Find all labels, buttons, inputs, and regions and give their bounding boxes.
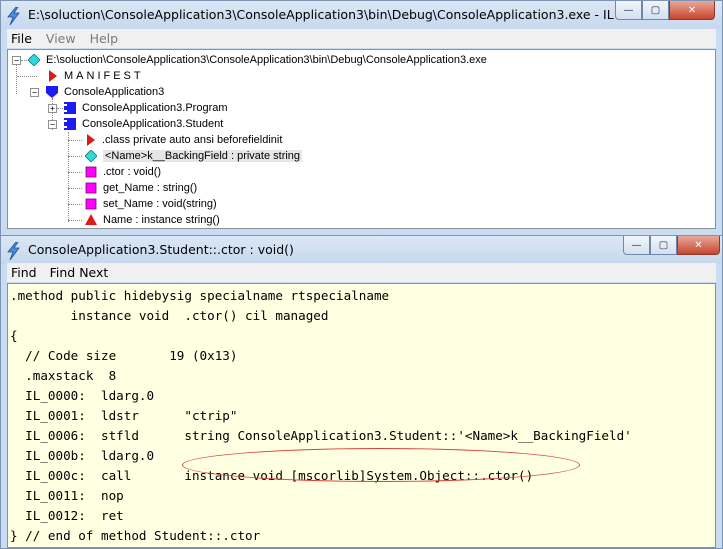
tree-member-ctor[interactable]: .ctor : void(): [85, 164, 161, 180]
tree-connector: [68, 204, 82, 205]
tree-expander-root[interactable]: −: [12, 56, 21, 65]
tree-member-label: set_Name : void(string): [103, 198, 217, 210]
minimize-button[interactable]: —: [615, 1, 642, 20]
tree-node-manifest[interactable]: MANIFEST: [48, 68, 144, 84]
method-icon: [85, 198, 97, 210]
main-title-bar[interactable]: E:\soluction\ConsoleApplication3\Console…: [1, 1, 722, 29]
code-line: IL_000b: ldarg.0: [10, 448, 155, 463]
tree-node-student-class[interactable]: ConsoleApplication3.Student: [64, 116, 223, 132]
tree-member-class-info[interactable]: .class private auto ansi beforefieldinit: [86, 132, 282, 148]
maximize-icon: ▢: [650, 4, 661, 16]
tree-connector: [16, 64, 17, 94]
close-icon: ✕: [687, 4, 697, 16]
tree-student-class-label: ConsoleApplication3.Student: [82, 118, 224, 130]
code-line: IL_0006: stfld string ConsoleApplication…: [10, 428, 632, 443]
tree-expander-program[interactable]: +: [48, 104, 57, 113]
method-icon: [85, 182, 97, 194]
main-menu-bar: File View Help: [7, 29, 716, 48]
code-line: IL_0000: ldarg.0: [10, 388, 155, 403]
menu-find[interactable]: Find: [11, 265, 37, 280]
maximize-icon: ▢: [658, 239, 669, 251]
code-line: .maxstack 8: [10, 368, 117, 383]
menu-find-next[interactable]: Find Next: [50, 265, 109, 280]
tree-connector: [68, 156, 82, 157]
manifest-arrow-icon: [49, 70, 57, 82]
tree-node-program-class[interactable]: ConsoleApplication3.Program: [64, 100, 228, 116]
maximize-button[interactable]: ▢: [650, 236, 677, 255]
tree-connector: [17, 76, 37, 77]
minimize-button[interactable]: —: [623, 236, 650, 255]
menu-view[interactable]: View: [46, 31, 76, 46]
tree-connector: [68, 188, 82, 189]
tree-member-label: get_Name : string(): [103, 182, 198, 194]
tree-connector: [68, 220, 82, 221]
close-icon: ✕: [694, 239, 703, 251]
tree-expander-student[interactable]: −: [48, 120, 57, 129]
code-window-title: ConsoleApplication3.Student::.ctor : voi…: [28, 242, 294, 257]
main-window-title: E:\soluction\ConsoleApplication3\Console…: [28, 7, 648, 22]
ildasm-lightning-icon: [7, 7, 20, 25]
minimize-icon: —: [631, 239, 642, 251]
class-icon: [64, 102, 76, 114]
close-button[interactable]: ✕: [669, 1, 715, 20]
tree-namespace-label: ConsoleApplication3: [64, 86, 165, 98]
code-menu-bar: Find Find Next: [7, 263, 716, 282]
tree-node-namespace[interactable]: ConsoleApplication3: [46, 84, 164, 100]
code-line: } // end of method Student::.ctor: [10, 528, 261, 543]
tree-member-set-name[interactable]: set_Name : void(string): [85, 196, 217, 212]
tree-connector: [68, 172, 82, 173]
class-icon: [64, 118, 76, 130]
tree-member-name-property[interactable]: Name : instance string(): [85, 212, 220, 228]
code-line: {: [10, 328, 18, 343]
close-button[interactable]: ✕: [677, 236, 720, 255]
tree-connector: [68, 140, 82, 141]
tree-connector: [68, 132, 69, 222]
code-line: IL_0001: ldstr "ctrip": [10, 408, 238, 423]
code-line: // Code size 19 (0x13): [10, 348, 238, 363]
tree-program-class-label: ConsoleApplication3.Program: [82, 102, 228, 114]
minimize-icon: —: [623, 4, 634, 16]
tree-member-label: Name : instance string(): [103, 214, 220, 226]
menu-help[interactable]: Help: [90, 31, 119, 46]
il-code-view[interactable]: .method public hidebysig specialname rts…: [7, 283, 716, 548]
class-info-icon: [87, 134, 95, 146]
menu-file[interactable]: File: [11, 31, 32, 46]
property-icon: [85, 214, 97, 225]
tree-member-label: .ctor : void(): [103, 166, 162, 178]
code-title-bar[interactable]: ConsoleApplication3.Student::.ctor : voi…: [1, 236, 722, 264]
method-icon: [85, 166, 97, 178]
assembly-tree-view[interactable]: − E:\soluction\ConsoleApplication3\Conso…: [7, 49, 716, 229]
ildasm-lightning-icon: [7, 242, 20, 260]
assembly-diamond-icon: [28, 54, 40, 66]
namespace-shield-icon: [46, 86, 58, 98]
code-window-controls: — ▢ ✕: [623, 236, 720, 255]
code-line: IL_0011: nop: [10, 488, 124, 503]
tree-expander-namespace[interactable]: −: [30, 88, 39, 97]
field-icon: [85, 150, 97, 162]
main-window-controls: — ▢ ✕: [615, 1, 715, 20]
code-line: .method public hidebysig specialname rts…: [10, 288, 390, 303]
tree-root-label: E:\soluction\ConsoleApplication3\Console…: [46, 54, 487, 66]
tree-manifest-label: MANIFEST: [64, 70, 144, 82]
tree-member-backing-field[interactable]: <Name>k__BackingField : private string: [85, 148, 303, 164]
highlight-ellipse-annotation: [182, 448, 580, 482]
maximize-button[interactable]: ▢: [642, 1, 669, 20]
ildasm-main-window: E:\soluction\ConsoleApplication3\Console…: [0, 0, 723, 236]
tree-member-label: .class private auto ansi beforefieldinit: [102, 134, 283, 146]
tree-node-root[interactable]: E:\soluction\ConsoleApplication3\Console…: [28, 52, 487, 68]
disassembly-window: ConsoleApplication3.Student::.ctor : voi…: [0, 235, 723, 549]
tree-member-get-name[interactable]: get_Name : string(): [85, 180, 197, 196]
tree-member-label: <Name>k__BackingField : private string: [103, 150, 303, 162]
code-line: instance void .ctor() cil managed: [10, 308, 329, 323]
code-line: IL_0012: ret: [10, 508, 124, 523]
